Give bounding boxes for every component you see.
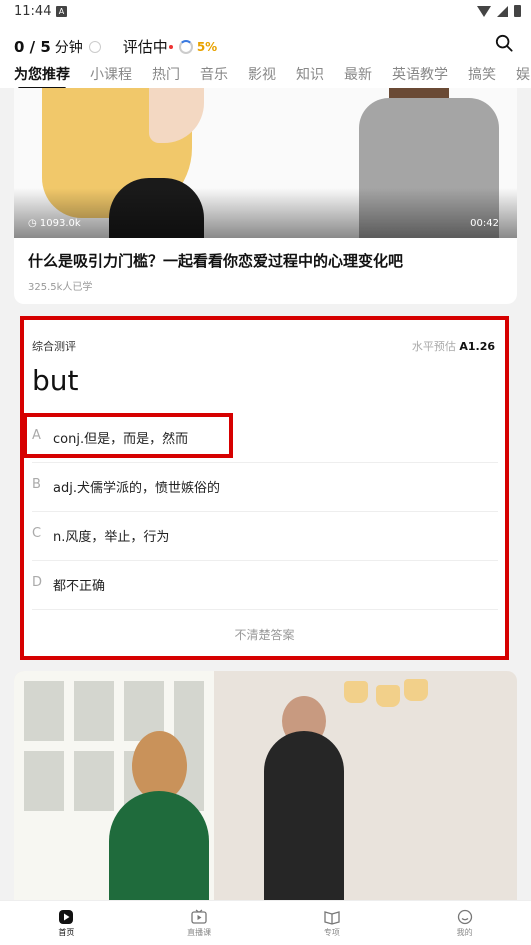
battery-icon bbox=[514, 5, 521, 17]
nav-mine[interactable]: 我的 bbox=[398, 901, 531, 945]
view-count: ◷ 1093.0k bbox=[28, 218, 81, 229]
quiz-card: 综合测评 水平预估 A1.26 but A conj.但是，而是，然而 B ad… bbox=[20, 316, 509, 660]
status-icons bbox=[477, 5, 521, 17]
level-estimate: 水平预估 A1.26 bbox=[411, 340, 495, 353]
tab-mini-course[interactable]: 小课程 bbox=[90, 64, 132, 84]
option-b[interactable]: B adj.犬儒学派的，愤世嫉俗的 bbox=[32, 462, 498, 512]
search-icon[interactable] bbox=[495, 34, 513, 52]
option-letter: C bbox=[32, 526, 42, 541]
red-dot-icon bbox=[168, 44, 173, 49]
tab-english-teaching[interactable]: 英语教学 bbox=[392, 64, 448, 84]
notification-icon: A bbox=[56, 6, 67, 17]
top-header: 0 / 5 分钟 评估中 5% 为您推荐 小课程 热门 音乐 影视 知识 最新 … bbox=[0, 24, 531, 90]
tab-film[interactable]: 影视 bbox=[248, 64, 276, 84]
learner-count: 325.5k人已学 bbox=[28, 282, 93, 293]
unsure-answer-button[interactable]: 不清楚答案 bbox=[24, 626, 505, 643]
video-card[interactable]: ◷ 1093.0k 00:42 什么是吸引力门槛？一起看看你恋爱过程中的心理变化… bbox=[14, 88, 517, 304]
video-card-2[interactable] bbox=[14, 671, 517, 901]
progress-circle-icon bbox=[88, 40, 101, 53]
tab-latest[interactable]: 最新 bbox=[344, 64, 372, 84]
video-title[interactable]: 什么是吸引力门槛？一起看看你恋爱过程中的心理变化吧 bbox=[28, 250, 403, 271]
status-bar: 11:44 A bbox=[0, 0, 531, 24]
nav-live-class[interactable]: 直播课 bbox=[133, 901, 266, 945]
nav-home[interactable]: 首页 bbox=[0, 901, 133, 945]
status-time: 11:44 bbox=[14, 4, 52, 19]
signal-icon bbox=[497, 5, 508, 17]
nav-label: 专项 bbox=[323, 928, 340, 937]
tab-entertainment[interactable]: 娱 bbox=[516, 64, 530, 84]
category-tabs: 为您推荐 小课程 热门 音乐 影视 知识 最新 英语教学 搞笑 娱 bbox=[14, 64, 531, 90]
video-thumbnail[interactable]: ◷ 1093.0k 00:42 bbox=[14, 88, 517, 238]
book-icon bbox=[324, 911, 340, 925]
tab-knowledge[interactable]: 知识 bbox=[296, 64, 324, 84]
video-duration: 00:42 bbox=[470, 218, 499, 229]
option-d[interactable]: D 都不正确 bbox=[32, 560, 498, 610]
option-text: n.风度，举止，行为 bbox=[53, 530, 170, 545]
option-text: adj.犬儒学派的，愤世嫉俗的 bbox=[53, 481, 220, 496]
option-letter: B bbox=[32, 477, 41, 492]
option-c[interactable]: C n.风度，举止，行为 bbox=[32, 511, 498, 561]
tab-hot[interactable]: 热门 bbox=[152, 64, 180, 84]
nav-label: 直播课 bbox=[187, 928, 212, 937]
quiz-word: but bbox=[32, 364, 79, 397]
option-letter: D bbox=[32, 575, 43, 590]
profile-icon bbox=[457, 909, 472, 925]
progress-unit: 分钟 bbox=[54, 39, 83, 56]
bottom-nav: 首页 直播课 专项 我的 bbox=[0, 900, 531, 945]
tab-funny[interactable]: 搞笑 bbox=[468, 64, 496, 84]
tab-recommended[interactable]: 为您推荐 bbox=[14, 64, 70, 90]
option-a-highlight bbox=[23, 413, 233, 458]
option-text: 都不正确 bbox=[53, 579, 106, 594]
tab-music[interactable]: 音乐 bbox=[200, 64, 228, 84]
eval-percent: 5% bbox=[196, 39, 218, 54]
wifi-icon bbox=[477, 5, 491, 17]
loading-ring-icon bbox=[178, 39, 193, 54]
eval-label[interactable]: 评估中 bbox=[123, 36, 168, 57]
tv-icon bbox=[191, 909, 207, 924]
nav-label: 首页 bbox=[58, 928, 75, 937]
quiz-label: 综合测评 bbox=[32, 340, 76, 353]
progress-count: 0 / 5 bbox=[14, 37, 51, 56]
nav-special[interactable]: 专项 bbox=[266, 901, 399, 945]
play-icon bbox=[59, 910, 74, 924]
nav-label: 我的 bbox=[456, 928, 473, 937]
progress-row: 0 / 5 分钟 评估中 5% bbox=[14, 36, 217, 57]
